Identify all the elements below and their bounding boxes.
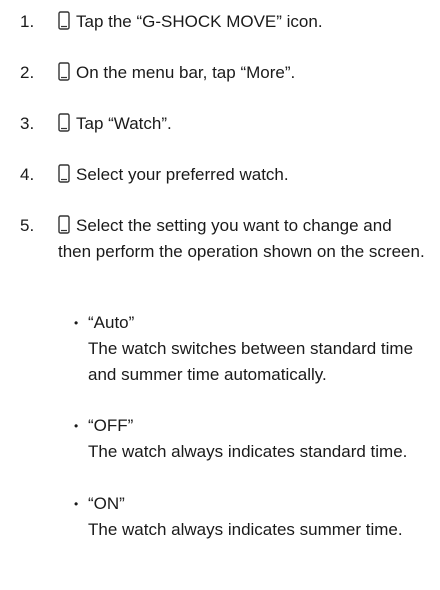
bullet-icon: •: [74, 497, 79, 511]
option-text-block: “OFF” The watch always indicates standar…: [88, 413, 418, 465]
option-text-block: “ON” The watch always indicates summer t…: [88, 491, 418, 543]
option-name: “OFF”: [88, 416, 134, 435]
step-text-block: Select your preferred watch.: [58, 162, 428, 188]
step-number: 5.: [20, 216, 35, 235]
phone-icon: [58, 164, 70, 183]
phone-icon: [58, 113, 70, 132]
option-description: The watch always indicates summer time.: [88, 520, 403, 539]
step-number: 3.: [20, 114, 35, 133]
step-text: Select your preferred watch.: [76, 165, 289, 184]
bullet-icon: •: [74, 316, 79, 330]
step-text: Tap the “G-SHOCK MOVE” icon.: [76, 12, 323, 31]
phone-icon: [58, 62, 70, 81]
step-number: 1.: [20, 12, 35, 31]
phone-icon: [58, 215, 70, 234]
step-text-block: Tap the “G-SHOCK MOVE” icon.: [58, 9, 428, 35]
option-name: “ON”: [88, 494, 125, 513]
step-text-block: Tap “Watch”.: [58, 111, 428, 137]
option-description: The watch switches between standard time…: [88, 339, 414, 384]
step-number: 2.: [20, 63, 35, 82]
step-number: 4.: [20, 165, 35, 184]
bullet-icon: •: [74, 419, 79, 433]
option-description: The watch always indicates standard time…: [88, 442, 408, 461]
phone-icon: [58, 11, 70, 30]
step-text-block: On the menu bar, tap “More”.: [58, 60, 428, 86]
option-text-block: “Auto” The watch switches between standa…: [88, 310, 418, 388]
step-text: Tap “Watch”.: [76, 114, 172, 133]
step-text-block: Select the setting you want to change an…: [58, 213, 428, 265]
step-text: Select the setting you want to change an…: [58, 216, 425, 261]
option-name: “Auto”: [88, 313, 135, 332]
step-text: On the menu bar, tap “More”.: [76, 63, 296, 82]
